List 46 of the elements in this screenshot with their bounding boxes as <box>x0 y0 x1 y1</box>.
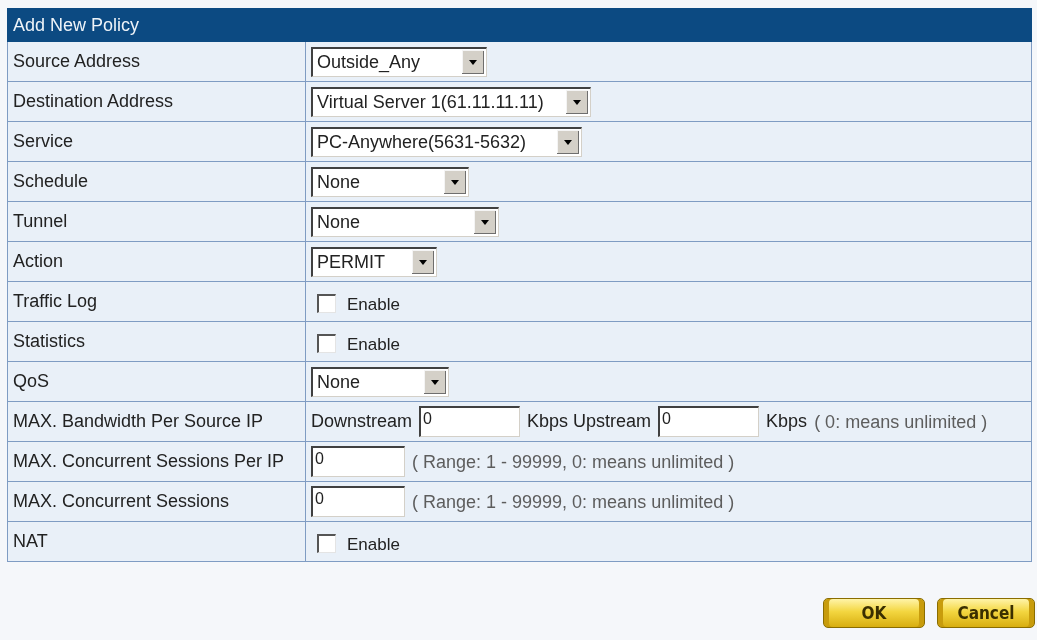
checkbox-label[interactable]: Enable <box>347 328 400 355</box>
hint-text: ( 0: means unlimited ) <box>814 411 988 433</box>
field-label: Tunnel <box>7 201 306 242</box>
caret-icon[interactable] <box>566 90 588 114</box>
field-text: Kbps Upstream <box>527 411 652 432</box>
checkbox[interactable] <box>317 293 336 313</box>
dropdown[interactable]: PERMIT <box>311 246 437 277</box>
dropdown[interactable]: None <box>311 206 499 237</box>
number-input[interactable]: 0 <box>311 446 405 477</box>
dropdown[interactable]: Outside_Any <box>311 46 487 77</box>
dropdown[interactable]: None <box>311 366 449 397</box>
field-label: Statistics <box>7 321 306 362</box>
caret-icon[interactable] <box>424 370 446 394</box>
field-label: Schedule <box>7 161 306 202</box>
field-label: MAX. Concurrent Sessions Per IP <box>7 441 306 482</box>
field-label: Action <box>7 241 306 282</box>
field-text: Downstream <box>311 411 413 432</box>
dropdown[interactable]: None <box>311 166 469 197</box>
checkbox[interactable] <box>317 533 336 553</box>
field-label: NAT <box>7 521 306 562</box>
action-button[interactable]: OK <box>823 598 925 628</box>
field-text: Kbps <box>766 411 808 432</box>
number-input[interactable]: 0 <box>419 406 521 437</box>
checkbox-label[interactable]: Enable <box>347 528 400 555</box>
hint-text: ( Range: 1 - 99999, 0: means unlimited ) <box>412 491 735 513</box>
field-label: MAX. Bandwidth Per Source IP <box>7 401 306 442</box>
dropdown[interactable]: Virtual Server 1(61.11.11.11) <box>311 86 591 117</box>
field-label: Service <box>7 121 306 162</box>
hint-text: ( Range: 1 - 99999, 0: means unlimited ) <box>412 451 735 473</box>
caret-icon[interactable] <box>474 210 496 234</box>
action-button[interactable]: Cancel <box>937 598 1035 628</box>
caret-icon[interactable] <box>412 250 434 274</box>
number-input[interactable]: 0 <box>658 406 760 437</box>
field-label: Traffic Log <box>7 281 306 322</box>
panel-title: Add New Policy <box>7 8 1032 42</box>
caret-icon[interactable] <box>557 130 579 154</box>
field-label: MAX. Concurrent Sessions <box>7 481 306 522</box>
number-input[interactable]: 0 <box>311 486 405 517</box>
dropdown[interactable]: PC-Anywhere(5631-5632) <box>311 126 582 157</box>
field-label: Destination Address <box>7 81 306 122</box>
checkbox[interactable] <box>317 333 336 353</box>
caret-icon[interactable] <box>444 170 466 194</box>
caret-icon[interactable] <box>462 50 484 74</box>
field-label: Source Address <box>7 41 306 82</box>
field-label: QoS <box>7 361 306 402</box>
checkbox-label[interactable]: Enable <box>347 288 400 315</box>
